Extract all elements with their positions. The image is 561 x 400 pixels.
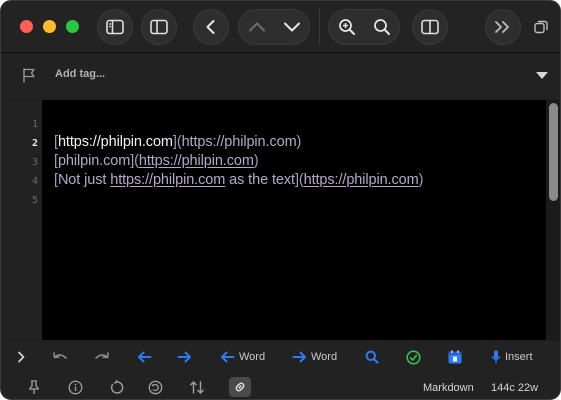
editor-line-4[interactable]: [Not just https://philpin.com as the tex… <box>54 172 423 188</box>
revert-button[interactable] <box>109 378 124 396</box>
line-number: 5 <box>31 195 38 206</box>
line-number-gutter: 1 2 3 4 5 <box>1 100 42 340</box>
chevron-right-icon <box>18 351 25 363</box>
cursor-left-button[interactable] <box>137 348 152 366</box>
app-window: Add tag... 1 2 3 4 5 [https://philpin.co… <box>0 0 561 400</box>
arrow-right-icon <box>177 351 191 363</box>
pin-button[interactable] <box>28 378 40 396</box>
link-text: https://philpin.com <box>57 134 173 150</box>
search-icon <box>365 350 379 364</box>
pin-icon <box>28 379 40 394</box>
previous-icon <box>248 22 265 32</box>
toggle-panel-button[interactable] <box>412 9 448 45</box>
line-number: 3 <box>31 157 38 168</box>
rotate-left-icon <box>110 379 124 394</box>
previous-button[interactable] <box>239 10 274 44</box>
info-button[interactable] <box>68 378 83 396</box>
scrollbar-thumb[interactable] <box>549 103 558 201</box>
insert-label: Insert <box>505 351 533 363</box>
swap-vertical-icon <box>190 380 204 394</box>
expand-toolbar-button[interactable] <box>485 9 521 45</box>
add-tag-field[interactable]: Add tag... <box>55 68 105 80</box>
syntax-mode[interactable]: Markdown <box>423 382 474 394</box>
word-right-button[interactable]: Word <box>292 348 337 366</box>
back-icon <box>206 20 215 34</box>
inline-url[interactable]: https://philpin.com <box>110 172 225 188</box>
toolbar <box>1 1 560 53</box>
link-url[interactable]: https://philpin.com <box>304 172 419 188</box>
undo-button[interactable] <box>52 348 68 366</box>
search-icon <box>373 19 390 35</box>
tag-dropdown-icon[interactable] <box>536 72 548 80</box>
calendar-icon <box>448 350 462 364</box>
paren: ) <box>418 172 424 188</box>
zoom-in-icon <box>338 19 355 35</box>
sidebar-icon <box>106 19 124 35</box>
link-text: Not just <box>57 172 111 188</box>
link-icon <box>235 382 245 392</box>
sort-button[interactable] <box>189 378 205 396</box>
zoom-window-button[interactable] <box>66 20 79 33</box>
zoom-in-button[interactable] <box>329 10 364 44</box>
editor-line-3[interactable]: [philpin.com](https://philpin.com) <box>54 153 259 169</box>
line-number-current: 2 <box>31 138 38 149</box>
toolbar-divider <box>319 9 320 45</box>
status-bar: Markdown 144c 22w <box>1 373 560 399</box>
link-url[interactable]: https://philpin.com <box>139 153 254 169</box>
arrow-left-icon <box>221 351 235 363</box>
undo-icon <box>53 352 67 359</box>
insert-date-button[interactable] <box>448 348 462 366</box>
zoom-search-group <box>328 9 400 45</box>
flag-icon[interactable] <box>22 68 36 83</box>
checklist-button[interactable] <box>406 348 421 366</box>
panel-icon <box>421 19 439 35</box>
dictation-insert-button[interactable]: Insert <box>491 348 533 366</box>
next-button[interactable] <box>274 10 309 44</box>
word-right-label: Word <box>311 351 338 363</box>
expand-icon <box>495 21 509 33</box>
find-button[interactable] <box>365 348 379 366</box>
back-button[interactable] <box>193 9 229 45</box>
checkmark-circle-icon <box>406 349 421 365</box>
link-text: philpin.com <box>57 153 131 169</box>
link-text: as the text <box>225 172 295 188</box>
close-window-button[interactable] <box>20 20 33 33</box>
word-left-label: Word <box>239 351 266 363</box>
toggle-keybar-button[interactable] <box>17 348 25 366</box>
redo-button[interactable] <box>94 348 110 366</box>
microphone-icon <box>491 350 501 363</box>
history-icon <box>148 380 163 394</box>
toggle-sidebar-button[interactable] <box>97 9 133 45</box>
editor-line-2[interactable]: [https://philpin.com](https://philpin.co… <box>54 134 301 150</box>
vertical-scrollbar[interactable] <box>546 100 560 340</box>
previous-next-group <box>238 9 310 45</box>
history-button[interactable] <box>148 378 163 396</box>
toggle-inspector-button[interactable] <box>141 9 177 45</box>
cursor-right-button[interactable] <box>177 348 192 366</box>
info-icon <box>68 380 83 394</box>
links-button[interactable] <box>229 377 251 397</box>
minimize-window-button[interactable] <box>43 20 56 33</box>
duplicate-icon <box>534 20 548 34</box>
line-number: 1 <box>31 119 38 130</box>
inspector-icon <box>150 19 168 35</box>
line-number: 4 <box>31 176 38 187</box>
text-editor[interactable]: [https://philpin.com](https://philpin.co… <box>42 100 546 340</box>
search-button[interactable] <box>364 10 399 44</box>
arrow-left-icon <box>138 351 152 363</box>
paren: ) <box>253 153 259 169</box>
next-icon <box>283 22 300 32</box>
word-left-button[interactable]: Word <box>220 348 265 366</box>
redo-icon <box>95 352 109 359</box>
keyboard-toolbar: Word Word Insert <box>1 341 560 373</box>
tag-bar: Add tag... <box>1 54 560 99</box>
link-url: https://philpin.com <box>181 134 297 150</box>
paren: ) <box>296 134 302 150</box>
arrow-right-icon <box>292 351 306 363</box>
word-count[interactable]: 144c 22w <box>491 382 538 394</box>
duplicate-button[interactable] <box>534 20 548 39</box>
